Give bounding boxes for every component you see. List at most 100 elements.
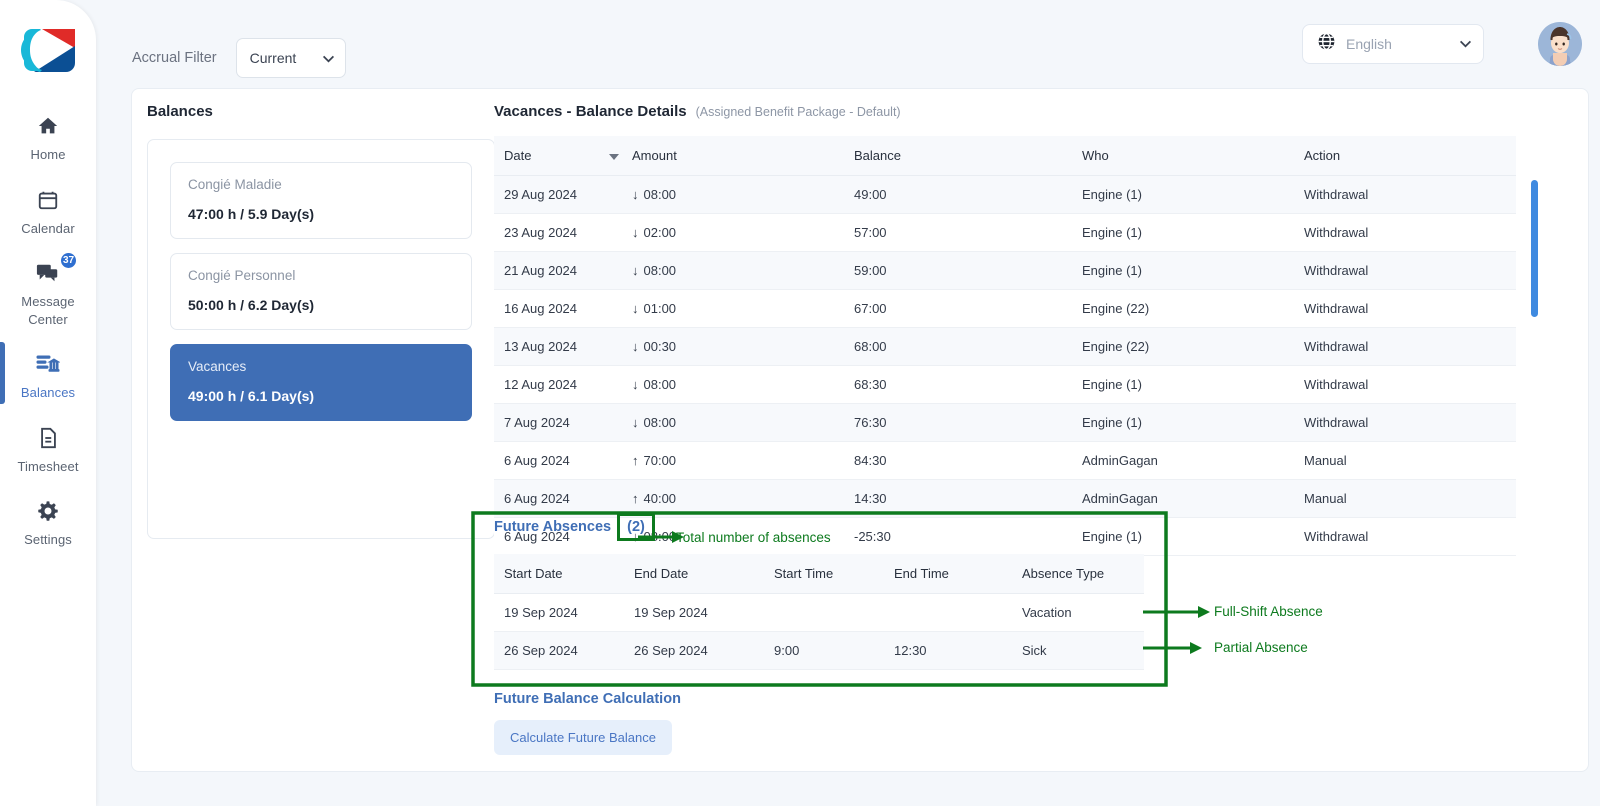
future-absence-row[interactable]: 19 Sep 2024 19 Sep 2024 Vacation xyxy=(494,593,1144,632)
cell-action: Withdrawal xyxy=(1294,251,1516,290)
timesheet-icon xyxy=(38,425,59,451)
chevron-down-icon xyxy=(322,50,335,66)
cell-amount: ↓ 08:00 xyxy=(622,175,844,214)
column-header-balance[interactable]: Balance xyxy=(844,136,1072,176)
cell-balance: 57:00 xyxy=(844,213,1072,252)
sidebar-item-timesheet[interactable]: Timesheet xyxy=(0,412,96,486)
balance-details-title: Vacances - Balance Details xyxy=(494,103,687,120)
table-row[interactable]: 23 Aug 2024 ↓ 02:00 57:00 Engine (1) Withdraw… xyxy=(494,213,1516,252)
table-row[interactable]: 13 Aug 2024 ↓ 00:30 68:00 Engine (22) Withdra… xyxy=(494,327,1516,366)
balances-panel: Balances Congié Maladie 47:00 h / 5.9 Da… xyxy=(147,103,495,539)
balance-details-header: Vacances - Balance Details (Assigned Ben… xyxy=(494,103,1588,120)
column-header-end-date[interactable]: End Date xyxy=(624,554,764,594)
cell-action: Withdrawal xyxy=(1294,403,1516,442)
accrual-filter-label: Accrual Filter xyxy=(132,50,217,66)
table-row[interactable]: 12 Aug 2024 ↓ 08:00 68:30 Engine (1) Withdraw… xyxy=(494,365,1516,404)
cell-action: Withdrawal xyxy=(1294,289,1516,328)
balance-details-panel: Vacances - Balance Details (Assigned Ben… xyxy=(494,103,1588,556)
future-absences-count: (2) xyxy=(617,513,655,541)
column-header-action[interactable]: Action xyxy=(1294,136,1516,176)
sidebar-item-message-center[interactable]: 37 Message Center xyxy=(0,247,96,338)
cell-start-time: 9:00 xyxy=(764,631,884,670)
cell-end-time xyxy=(884,593,1012,632)
cell-balance: 67:00 xyxy=(844,289,1072,328)
arrow-down-icon: ↓ xyxy=(632,339,639,354)
table-row[interactable]: 6 Aug 2024 ↑ 40:00 14:30 AdminGagan Manual xyxy=(494,479,1516,518)
calculate-future-balance-button[interactable]: Calculate Future Balance xyxy=(494,720,672,755)
balance-card-name: Congié Personnel xyxy=(188,268,296,283)
user-avatar[interactable] xyxy=(1538,22,1582,66)
balance-details-table-wrap: Date Amount Balance Who Action 29 Aug 20… xyxy=(494,136,1538,556)
cell-who: Engine (1) xyxy=(1072,365,1294,404)
cell-date: 12 Aug 2024 xyxy=(494,365,622,404)
cell-date: 7 Aug 2024 xyxy=(494,403,622,442)
balances-panel-title: Balances xyxy=(147,103,213,120)
column-header-amount[interactable]: Amount xyxy=(622,136,844,176)
table-row[interactable]: 29 Aug 2024 ↓ 08:00 49:00 Engine (1) Withdraw… xyxy=(494,175,1516,214)
balance-details-subtitle: (Assigned Benefit Package - Default) xyxy=(695,105,901,119)
future-absences-head: Start Date End Date Start Time End Time … xyxy=(494,554,1144,594)
cell-amount: ↓ 08:00 xyxy=(622,251,844,290)
future-absences-section: Future Absences (2) Start Date End Date … xyxy=(494,513,1194,670)
table-row[interactable]: 21 Aug 2024 ↓ 08:00 59:00 Engine (1) Withdraw… xyxy=(494,251,1516,290)
sort-desc-icon[interactable] xyxy=(609,153,620,160)
future-absences-table: Start Date End Date Start Time End Time … xyxy=(494,554,1144,670)
sidebar-label-balances: Balances xyxy=(20,385,76,401)
future-balance-section: Future Balance Calculation Calculate Fut… xyxy=(494,691,681,755)
cell-balance: 49:00 xyxy=(844,175,1072,214)
balance-card-conge-personnel[interactable]: Congié Personnel 50:00 h / 6.2 Day(s) xyxy=(170,253,472,330)
balance-card-value: 47:00 h / 5.9 Day(s) xyxy=(188,206,315,222)
balance-card-vacances[interactable]: Vacances 49:00 h / 6.1 Day(s) xyxy=(170,344,472,421)
cell-amount: ↓ 08:00 xyxy=(622,403,844,442)
table-header-row: Date Amount Balance Who Action xyxy=(494,136,1516,176)
arrow-down-icon: ↓ xyxy=(632,377,639,392)
column-header-start-time[interactable]: Start Time xyxy=(764,554,884,594)
cell-date: 6 Aug 2024 xyxy=(494,441,622,480)
arrow-up-icon: ↑ xyxy=(632,453,639,468)
column-header-absence-type[interactable]: Absence Type xyxy=(1012,554,1144,594)
sidebar-item-balances[interactable]: Balances xyxy=(0,338,96,412)
future-absence-row[interactable]: 26 Sep 2024 26 Sep 2024 9:00 12:30 Sick xyxy=(494,631,1144,670)
cell-start-date: 26 Sep 2024 xyxy=(494,631,624,670)
accrual-filter-value: Current xyxy=(249,50,297,66)
column-header-who[interactable]: Who xyxy=(1072,136,1294,176)
balance-card-conge-maladie[interactable]: Congié Maladie 47:00 h / 5.9 Day(s) xyxy=(170,162,472,239)
table-row[interactable]: 7 Aug 2024 ↓ 08:00 76:30 Engine (1) Withdrawa… xyxy=(494,403,1516,442)
cell-balance: 68:00 xyxy=(844,327,1072,366)
cell-amount: ↑ 70:00 xyxy=(622,441,844,480)
cell-action: Manual xyxy=(1294,479,1516,518)
table-row[interactable]: 16 Aug 2024 ↓ 01:00 67:00 Engine (22) Withdra… xyxy=(494,289,1516,328)
sidebar-item-settings[interactable]: Settings xyxy=(0,485,96,559)
cell-date: 6 Aug 2024 xyxy=(494,479,622,518)
table-body: 29 Aug 2024 ↓ 08:00 49:00 Engine (1) Withdraw… xyxy=(494,175,1516,556)
column-header-start-date[interactable]: Start Date xyxy=(494,554,624,594)
company-logo xyxy=(20,26,76,74)
cell-balance: 14:30 xyxy=(844,479,1072,518)
accrual-filter-select[interactable]: Current xyxy=(235,38,346,78)
future-balance-title: Future Balance Calculation xyxy=(494,691,681,707)
column-header-end-time[interactable]: End Time xyxy=(884,554,1012,594)
language-select[interactable]: English xyxy=(1302,24,1484,64)
sidebar-item-calendar[interactable]: Calendar xyxy=(0,174,96,248)
sidebar-label-timesheet: Timesheet xyxy=(17,458,79,474)
balance-card-name: Vacances xyxy=(188,359,247,374)
future-absences-title: Future Absences xyxy=(494,519,612,535)
cell-amount: ↑ 40:00 xyxy=(622,479,844,518)
balances-list: Congié Maladie 47:00 h / 5.9 Day(s) Cong… xyxy=(147,139,495,539)
cell-amount: ↓ 00:30 xyxy=(622,327,844,366)
cell-who: Engine (22) xyxy=(1072,289,1294,328)
cell-action: Withdrawal xyxy=(1294,365,1516,404)
balance-card-value: 49:00 h / 6.1 Day(s) xyxy=(188,388,315,404)
home-icon xyxy=(37,113,59,139)
arrow-down-icon: ↓ xyxy=(632,263,639,278)
sidebar-item-home[interactable]: Home xyxy=(0,100,96,174)
cell-end-date: 19 Sep 2024 xyxy=(624,593,764,632)
table-head: Date Amount Balance Who Action xyxy=(494,136,1516,176)
cell-who: Engine (1) xyxy=(1072,175,1294,214)
table-row[interactable]: 6 Aug 2024 ↑ 70:00 84:30 AdminGagan Manual xyxy=(494,441,1516,480)
table-scrollbar-thumb[interactable] xyxy=(1531,180,1538,317)
column-header-date[interactable]: Date xyxy=(494,136,622,176)
sidebar-label-calendar: Calendar xyxy=(21,220,75,236)
topbar: Accrual Filter Current English xyxy=(96,0,1600,86)
balance-details-table: Date Amount Balance Who Action 29 Aug 20… xyxy=(494,136,1516,556)
